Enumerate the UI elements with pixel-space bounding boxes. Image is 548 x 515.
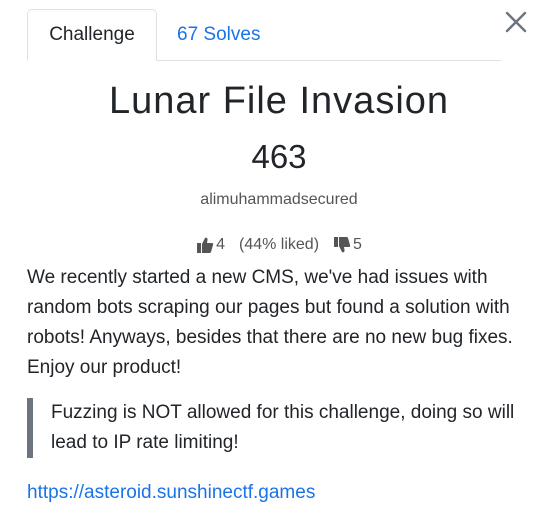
challenge-modal: Challenge 67 Solves Lunar File Invasion … (0, 0, 548, 515)
tab-bar: Challenge 67 Solves (27, 8, 501, 61)
challenge-value: 463 (251, 138, 307, 175)
tab-challenge[interactable]: Challenge (27, 9, 157, 61)
challenge-note: Fuzzing is NOT allowed for this challeng… (27, 398, 527, 458)
like-group: 4 (196, 236, 225, 254)
dislike-group: 5 (333, 236, 362, 254)
dislike-count: 5 (353, 236, 362, 253)
tab-solves-label: 67 Solves (177, 23, 261, 45)
liked-percent: (44% liked) (238, 236, 320, 253)
challenge-description: We recently started a new CMS, we've had… (27, 267, 513, 378)
challenge-name: Lunar File Invasion (108, 80, 450, 122)
like-count: 4 (216, 236, 225, 253)
thumbs-up-icon[interactable] (196, 236, 214, 254)
challenge-author: alimuhammadsecured (200, 191, 358, 208)
vote-bar: 4 (44% liked) 5 (0, 236, 548, 254)
challenge-url-link[interactable]: https://asteroid.sunshinectf.games (27, 482, 315, 504)
tab-solves[interactable]: 67 Solves (157, 9, 280, 60)
tab-challenge-label: Challenge (49, 24, 135, 45)
close-button[interactable] (503, 9, 529, 35)
challenge-note-text: Fuzzing is NOT allowed for this challeng… (51, 402, 515, 453)
thumbs-down-icon[interactable] (333, 236, 351, 254)
close-icon (505, 11, 527, 33)
